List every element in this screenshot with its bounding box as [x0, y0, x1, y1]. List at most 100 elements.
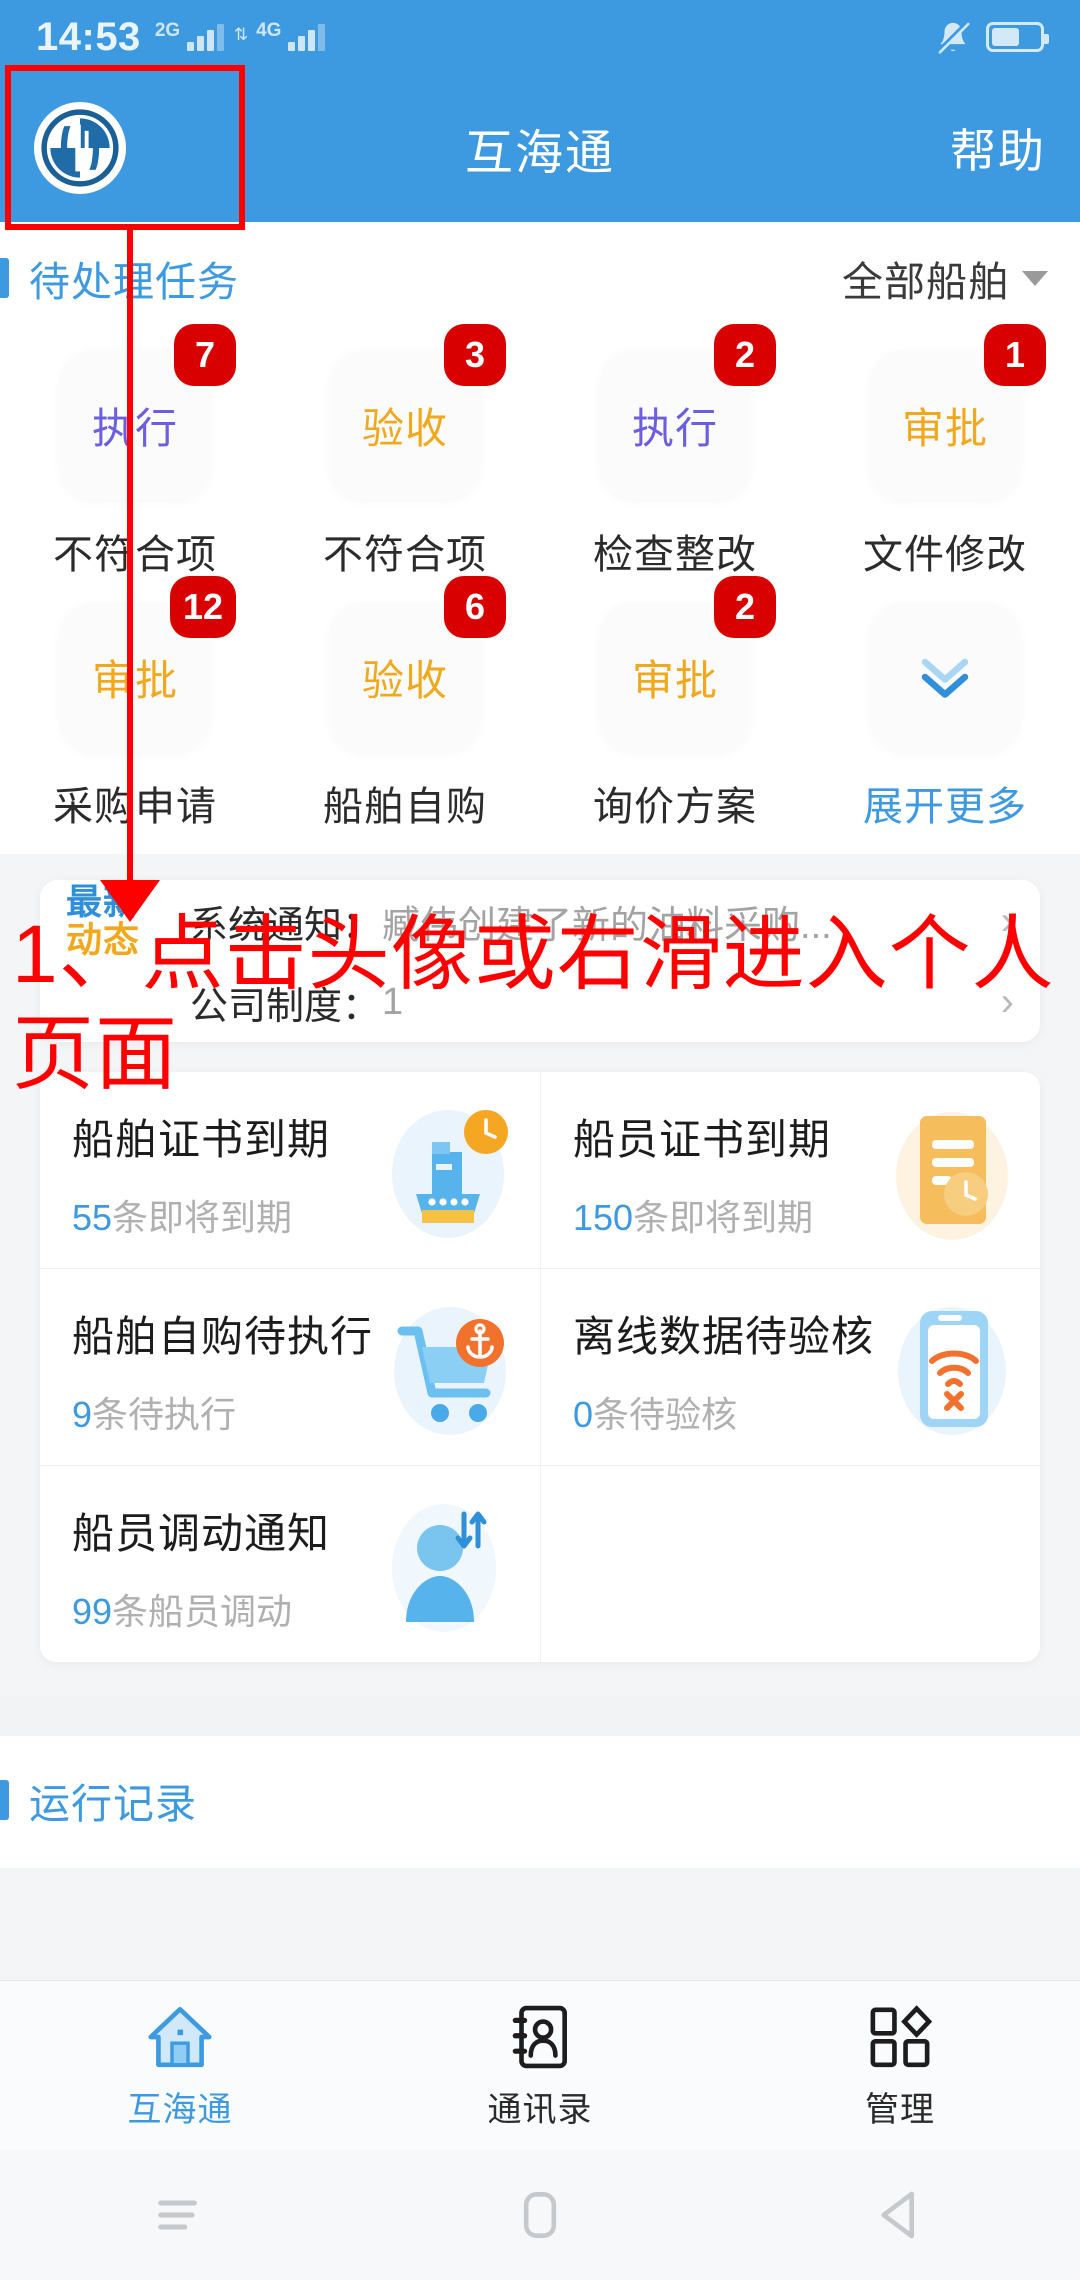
status-bar: 14:53 2G ⇅ 4G	[0, 0, 1080, 74]
info-card-count: 150	[573, 1197, 634, 1238]
sim2-signal-icon: 4G	[256, 20, 326, 51]
task-tile-expand-more[interactable]: 展开更多	[810, 580, 1080, 832]
mute-bell-icon	[936, 19, 970, 55]
task-tile-name: 不符合项	[323, 533, 487, 577]
nav-tab-manage[interactable]: 管理	[720, 2000, 1080, 2131]
battery-icon	[986, 22, 1049, 52]
phone-screen: 14:53 2G ⇅ 4G 互海通 帮助 待处理任务 全部船舶 执行 7 不符合…	[0, 0, 1080, 2280]
task-tile-name: 展开更多	[863, 785, 1027, 829]
nav-tab-label: 通讯录	[487, 2091, 593, 2129]
status-bar-clock: 14:53	[36, 14, 141, 59]
info-card-count: 99	[72, 1591, 113, 1632]
ship-filter-dropdown[interactable]: 全部船舶	[842, 248, 1048, 308]
task-action-label: 执行	[631, 404, 718, 452]
task-row: 执行 7 不符合项 验收 3 不符合项 执行 2 检查整改 审批 1 文件修改	[0, 324, 1080, 580]
section-accent-bar	[0, 258, 9, 298]
task-tile-name: 检查整改	[593, 533, 757, 577]
sim1-signal-icon: 2G	[155, 20, 224, 51]
info-card-crew-certificate[interactable]: 船员证书到期 150条即将到期	[540, 1072, 1040, 1268]
info-card-title: 船舶证书到期	[72, 1116, 331, 1163]
run-record-title: 运行记录	[29, 1781, 197, 1827]
app-bar: 互海通 帮助	[0, 74, 1080, 222]
task-badge-count: 6	[444, 576, 506, 638]
pending-tasks-header: 待处理任务 全部船舶	[0, 222, 1080, 318]
latest-news-tag: 最新 动态	[66, 883, 190, 959]
android-system-nav	[0, 2150, 1080, 2280]
info-card-crew-transfer[interactable]: 船员调动通知 99条船员调动	[40, 1466, 540, 1662]
task-action-label: 执行	[91, 404, 178, 452]
menu-icon[interactable]	[0, 2191, 360, 2239]
news-card: 最新 动态 系统通知： 臧伟创建了新的油料采购... › 公司制度： 1 ›	[40, 880, 1040, 1042]
info-card-suffix: 条即将到期	[112, 1197, 293, 1238]
task-tile-name: 采购申请	[53, 785, 217, 829]
task-badge-count: 2	[714, 576, 776, 638]
info-card-ship-purchase[interactable]: 船舶自购待执行 9条待执行	[40, 1269, 540, 1465]
task-tile-name: 不符合项	[53, 533, 217, 577]
info-card-title: 船员证书到期	[573, 1116, 832, 1163]
tag-line-1: 最新	[66, 881, 141, 923]
double-chevron-down-icon	[914, 652, 976, 702]
run-record-section: 运行记录	[0, 1736, 1080, 1868]
home-icon	[143, 2000, 217, 2074]
task-action-label: 审批	[901, 404, 988, 452]
app-logo-icon	[41, 109, 119, 187]
news-row-label: 公司制度：	[190, 985, 381, 1028]
task-row: 审批 12 采购申请 验收 6 船舶自购 审批 2 询价方案 展开更多	[0, 576, 1080, 832]
info-card-empty-slot	[540, 1466, 1040, 1662]
avatar-logo-button[interactable]	[34, 102, 126, 194]
task-tile-wenjianxiugai[interactable]: 审批 1 文件修改	[810, 324, 1080, 580]
task-tile-name: 文件修改	[863, 533, 1027, 577]
news-row-company-policy[interactable]: 公司制度： 1 ›	[40, 962, 1040, 1042]
info-card-subtitle: 99条船员调动	[72, 1583, 512, 1635]
info-card-subtitle: 55条即将到期	[72, 1189, 512, 1241]
section-divider	[0, 1696, 1080, 1736]
info-card-count: 9	[72, 1394, 93, 1435]
pending-tasks-title: 待处理任务	[29, 259, 239, 305]
back-icon[interactable]	[720, 2187, 1080, 2243]
info-card-row: 船舶证书到期 55条即将到期 船员证书到期 150条即将到期	[40, 1072, 1040, 1268]
task-action-label: 审批	[631, 656, 718, 704]
ship-filter-label: 全部船舶	[842, 259, 1010, 305]
task-tile-chuanbozigou[interactable]: 验收 6 船舶自购	[270, 576, 540, 832]
info-card-suffix: 条待验核	[593, 1394, 738, 1435]
app-title: 互海通	[464, 127, 615, 180]
info-card-suffix: 条待执行	[92, 1394, 237, 1435]
info-card-title: 船员调动通知	[72, 1510, 331, 1557]
news-row-system-notice[interactable]: 最新 动态 系统通知： 臧伟创建了新的油料采购... ›	[40, 880, 1040, 962]
chevron-down-icon	[1022, 270, 1048, 286]
info-card-title: 离线数据待验核	[573, 1313, 875, 1360]
tag-line-2: 动态	[66, 919, 141, 960]
news-row-text: 臧伟创建了新的油料采购...	[382, 904, 832, 947]
task-tile-bufuhexiang-exec[interactable]: 执行 7 不符合项	[0, 324, 270, 580]
task-tile-bufuhexiang-accept[interactable]: 验收 3 不符合项	[270, 324, 540, 580]
home-square-icon[interactable]	[360, 2187, 720, 2243]
info-card-row: 船员调动通知 99条船员调动	[40, 1465, 1040, 1662]
task-tile-name: 询价方案	[593, 785, 757, 829]
news-row-text: 1	[382, 980, 404, 1023]
sim2-network-label: 4G	[256, 19, 282, 41]
info-card-offline-data[interactable]: 离线数据待验核 0条待验核	[540, 1269, 1040, 1465]
task-action-label: 审批	[91, 656, 178, 704]
info-card-count: 0	[573, 1394, 594, 1435]
nav-tab-label: 互海通	[127, 2091, 233, 2129]
task-badge-count: 7	[174, 324, 236, 386]
task-badge-count: 12	[169, 576, 236, 638]
chevron-right-icon: ›	[1000, 899, 1014, 943]
help-button[interactable]: 帮助	[950, 115, 1046, 181]
info-card-ship-certificate[interactable]: 船舶证书到期 55条即将到期	[40, 1072, 540, 1268]
info-card-subtitle: 0条待验核	[573, 1386, 1012, 1438]
nav-tab-home[interactable]: 互海通	[0, 2000, 360, 2131]
task-badge-count: 3	[444, 324, 506, 386]
news-row-label: 系统通知：	[190, 904, 381, 947]
bottom-navigation-bar: 互海通 通讯录 管理	[0, 1980, 1080, 2150]
sim1-network-label: 2G	[154, 19, 181, 41]
pending-tasks-grid: 执行 7 不符合项 验收 3 不符合项 执行 2 检查整改 审批 1 文件修改 …	[0, 318, 1080, 854]
signal-indicators: 2G ⇅ 4G	[155, 20, 326, 51]
task-tile-xunjiafangan[interactable]: 审批 2 询价方案	[540, 576, 810, 832]
task-tile-jianchazhenggai[interactable]: 执行 2 检查整改	[540, 324, 810, 580]
nav-tab-contacts[interactable]: 通讯录	[360, 2000, 720, 2131]
nav-tab-label: 管理	[865, 2091, 935, 2129]
task-tile-caigoushenqing[interactable]: 审批 12 采购申请	[0, 576, 270, 832]
info-card-row: 船舶自购待执行 9条待执行 离线数据待验核 0条待验核	[40, 1268, 1040, 1465]
status-bar-right	[936, 19, 1049, 55]
